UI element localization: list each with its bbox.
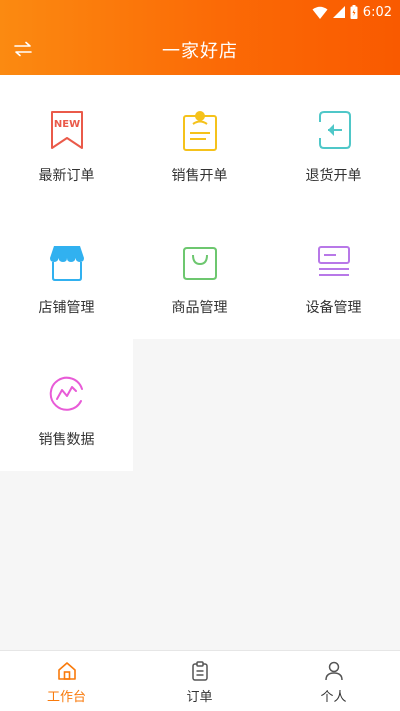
tab-label: 工作台: [46, 690, 86, 705]
device-icon: [317, 246, 350, 276]
shopping-bag-icon: [182, 247, 217, 280]
page-title: 一家好店: [162, 41, 238, 62]
menu-label: 商品管理: [171, 300, 228, 316]
menu-label: 店铺管理: [38, 300, 95, 316]
store-icon: [49, 246, 84, 281]
bottom-nav: 工作台 订单 个人: [0, 650, 400, 711]
new-order-icon: NEW: [50, 111, 83, 149]
status-icons: 6:02: [312, 3, 392, 21]
sales-bill-icon: [182, 111, 217, 151]
sales-chart-icon: [49, 376, 83, 411]
menu-label: 销售开单: [171, 168, 228, 184]
wifi-icon: [312, 6, 328, 19]
menu-label: 退货开单: [305, 168, 362, 184]
tab-workbench[interactable]: 工作台: [0, 651, 133, 711]
menu-product-management[interactable]: 商品管理: [133, 207, 266, 339]
menu-label: 最新订单: [38, 168, 95, 184]
battery-icon: [350, 5, 358, 19]
header: 一家好店: [0, 24, 400, 75]
app-header-bar: 6:02 一家好店: [0, 0, 400, 75]
menu-store-management[interactable]: 店铺管理: [0, 207, 133, 339]
order-clipboard-icon: [191, 661, 208, 681]
tab-label: 个人: [320, 690, 347, 705]
return-bill-icon: [318, 111, 351, 149]
menu-device-management[interactable]: 设备管理: [267, 207, 400, 339]
svg-text:NEW: NEW: [53, 119, 79, 130]
menu-sales-bill[interactable]: 销售开单: [133, 75, 266, 207]
status-bar: 6:02: [0, 0, 400, 24]
workbench-grid: NEW 最新订单 销售开单 退货开单 店铺管理 商品管理 设备管理 销售数据: [0, 75, 400, 650]
status-time: 6:02: [362, 4, 392, 20]
home-icon: [57, 662, 76, 680]
tab-personal[interactable]: 个人: [267, 651, 400, 711]
menu-label: 设备管理: [305, 300, 362, 316]
menu-return-bill[interactable]: 退货开单: [267, 75, 400, 207]
menu-label: 销售数据: [38, 432, 95, 448]
menu-latest-orders[interactable]: NEW 最新订单: [0, 75, 133, 207]
tab-label: 订单: [186, 690, 213, 705]
tab-orders[interactable]: 订单: [133, 651, 266, 711]
menu-sales-data[interactable]: 销售数据: [0, 339, 133, 471]
cell-signal-icon: [332, 6, 345, 18]
person-icon: [324, 661, 343, 681]
